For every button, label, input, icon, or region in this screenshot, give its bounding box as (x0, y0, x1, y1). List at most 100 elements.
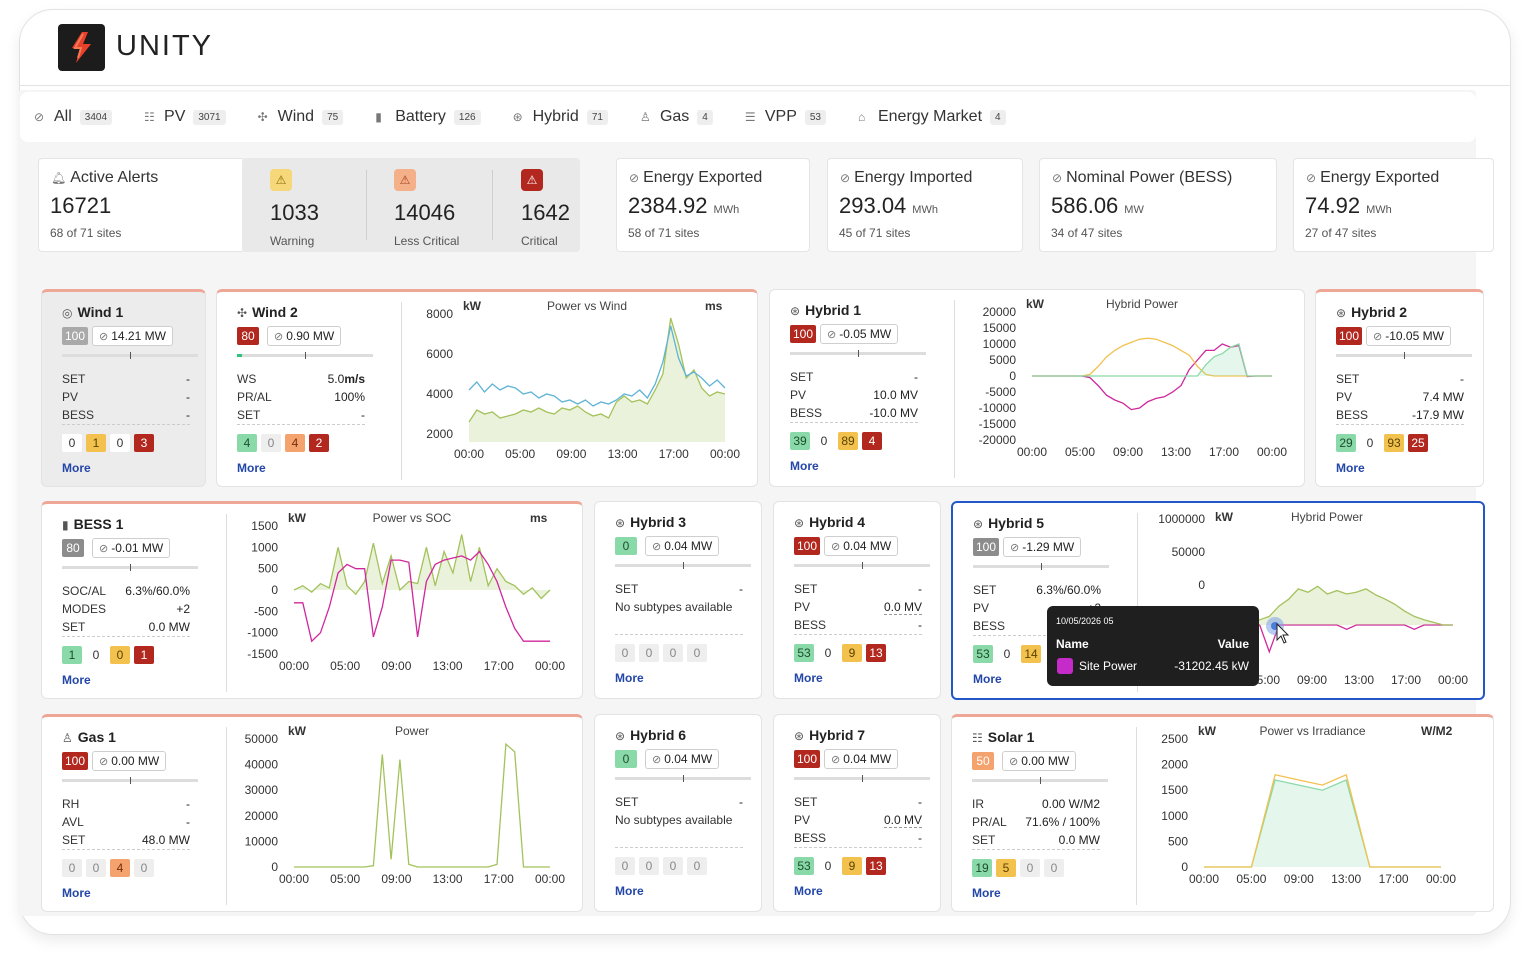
chart-xtick: 05:00 (1236, 872, 1266, 886)
more-link[interactable]: More (973, 672, 1002, 686)
alert-count[interactable]: 0 (110, 434, 130, 452)
alert-count[interactable]: 19 (972, 859, 992, 877)
alert-count[interactable]: 93 (1384, 434, 1404, 452)
chart-series-area (1204, 780, 1441, 867)
metric-value: - (739, 582, 743, 596)
more-link[interactable]: More (790, 459, 819, 473)
tab-gas[interactable]: ♙ Gas 4 (640, 108, 713, 126)
alert-count[interactable]: 0 (110, 646, 130, 664)
site-card-gas1[interactable]: ♙ Gas 1 100 ⊘ 0.00 MW RH - AVL - SET 48.0 MW 0 0 4 0 Mo… (41, 714, 583, 912)
more-link[interactable]: More (62, 461, 91, 475)
alert-count[interactable]: 4 (237, 434, 257, 452)
alert-count[interactable]: 0 (615, 857, 635, 875)
alert-count[interactable]: 0 (818, 644, 838, 662)
site-card-solar1[interactable]: ☷ Solar 1 50 ⊘ 0.00 MW IR 0.00 W/M2 PR/AL 71.6% … (951, 714, 1494, 912)
alert-count[interactable]: 53 (794, 644, 814, 662)
kpi-value: 74.92 (1305, 193, 1361, 218)
alert-count[interactable]: 0 (814, 432, 834, 450)
tab-vpp[interactable]: ☰ VPP 53 (745, 108, 826, 126)
alert-count[interactable]: 2 (309, 434, 329, 452)
alert-count[interactable]: 39 (790, 432, 810, 450)
site-card-hybrid2[interactable]: ⊛ Hybrid 2 100 ⊘ -10.05 MW SET - PV 7.4 MW BESS -1… (1315, 289, 1484, 487)
wind-icon: ✣ (257, 110, 268, 124)
alert-count[interactable]: 4 (110, 859, 130, 877)
alert-count[interactable]: 0 (663, 857, 683, 875)
alert-count[interactable]: 0 (997, 645, 1017, 663)
alert-count[interactable]: 1 (86, 434, 106, 452)
severity-warning[interactable]: ⚠ 1033 Warning (262, 158, 372, 252)
alert-count[interactable]: 0 (62, 859, 82, 877)
more-link[interactable]: More (62, 673, 91, 687)
alert-count[interactable]: 25 (1408, 434, 1428, 452)
market-icon: ⌂ (857, 110, 866, 124)
alert-count[interactable]: 0 (663, 644, 683, 662)
cursor-pointer (1266, 617, 1290, 644)
alert-count[interactable]: 4 (862, 432, 882, 450)
alert-count[interactable]: 4 (285, 434, 305, 452)
alert-count[interactable]: 13 (866, 644, 886, 662)
more-link[interactable]: More (972, 886, 1001, 900)
alert-count[interactable]: 14 (1021, 645, 1041, 663)
tab-battery[interactable]: ▮ Battery 126 (375, 108, 481, 126)
more-link[interactable]: More (1336, 461, 1365, 475)
site-card-hybrid7[interactable]: ⊛ Hybrid 7 100 ⊘ 0.04 MW SET - PV 0.0 MV BESS -53 0… (773, 714, 941, 912)
alert-count[interactable]: 13 (866, 857, 886, 875)
site-card-wind2[interactable]: ✣ Wind 2 80 ⊘ 0.90 MW WS 5.0m/s PR/AL 100% SET -4 0… (216, 289, 758, 487)
kpi-energy-exported[interactable]: ⊘ Energy Exported 74.92 MWh 27 of 47 sites (1293, 158, 1494, 252)
active-alerts-card[interactable]: 🔔︎ Active Alerts 16721 68 of 71 sites (38, 158, 245, 252)
kpi-energy-exported[interactable]: ⊘ Energy Exported 2384.92 MWh 58 of 71 sites (616, 158, 810, 252)
more-link[interactable]: More (62, 886, 91, 900)
site-card-hybrid4[interactable]: ⊛ Hybrid 4 100 ⊘ 0.04 MW SET - PV 0.0 MV BESS -53 0… (773, 501, 941, 699)
alert-count[interactable]: 0 (639, 857, 659, 875)
chart-xtick: 05:00 (505, 447, 535, 461)
alert-count[interactable]: 5 (996, 859, 1016, 877)
alert-count[interactable]: 53 (973, 645, 993, 663)
tab-all[interactable]: ⊘ All 3404 (34, 108, 113, 126)
alert-count[interactable]: 0 (1360, 434, 1380, 452)
alert-count[interactable]: 0 (134, 859, 154, 877)
alert-count[interactable]: 0 (687, 857, 707, 875)
chart-ytick: 4000 (426, 387, 453, 401)
alert-count[interactable]: 0 (1020, 859, 1040, 877)
alert-count[interactable]: 0 (86, 859, 106, 877)
alert-count[interactable]: 0 (687, 644, 707, 662)
alert-count[interactable]: 9 (842, 644, 862, 662)
alert-count[interactable]: 0 (615, 644, 635, 662)
alert-count[interactable]: 9 (842, 857, 862, 875)
health-badge: 100 (973, 538, 1000, 556)
alert-count[interactable]: 3 (134, 434, 154, 452)
tab-hybrid[interactable]: ⊛ Hybrid 71 (513, 108, 608, 126)
more-link[interactable]: More (615, 671, 644, 685)
site-card-bess1[interactable]: ▮ BESS 1 80 ⊘ -0.01 MW SOC/AL 6.3%/60.0% MODES +… (41, 501, 583, 699)
more-link[interactable]: More (615, 884, 644, 898)
site-card-hybrid3[interactable]: ⊛ Hybrid 3 0 ⊘ 0.04 MW SET - No subtypes availa… (594, 501, 762, 699)
alert-count[interactable]: 0 (818, 857, 838, 875)
alert-count[interactable]: 0 (62, 434, 82, 452)
alert-count[interactable]: 1 (62, 646, 82, 664)
alert-count[interactable]: 0 (86, 646, 106, 664)
kpi-energy-imported[interactable]: ⊘ Energy Imported 293.04 MWh 45 of 71 sites (827, 158, 1023, 252)
more-link[interactable]: More (794, 671, 823, 685)
tab-energy-market[interactable]: ⌂ Energy Market 4 (858, 108, 1006, 126)
alert-count[interactable]: 53 (794, 857, 814, 875)
alert-count[interactable]: 29 (1336, 434, 1356, 452)
alert-count[interactable]: 0 (1044, 859, 1064, 877)
brand-logo[interactable] (58, 24, 105, 71)
severity-critical[interactable]: ⚠ 1642 Critical (513, 158, 623, 252)
alert-count[interactable]: 0 (261, 434, 281, 452)
site-card-hybrid6[interactable]: ⊛ Hybrid 6 0 ⊘ 0.04 MW SET - No subtypes availa… (594, 714, 762, 912)
site-card-hybrid1[interactable]: ⊛ Hybrid 1 100 ⊘ -0.05 MW SET - PV 10.0 MV BESS -1… (769, 289, 1305, 487)
alert-count[interactable]: 89 (838, 432, 858, 450)
alert-count[interactable]: 0 (639, 644, 659, 662)
metric-label: SET (62, 833, 86, 847)
tab-pv[interactable]: ☷ PV 3071 (144, 108, 226, 126)
kpi-nominal-power-bess-[interactable]: ⊘ Nominal Power (BESS) 586.06 MW 34 of 47 si… (1039, 158, 1277, 252)
chart-hybrid1: Hybrid Power kW 20000 15000 10000 5000 0 -5000 -… (979, 297, 1288, 459)
severity-less-critical[interactable]: ⚠ 14046 Less Critical (386, 158, 496, 252)
alert-counts: 0000 (615, 644, 711, 662)
alert-count[interactable]: 1 (134, 646, 154, 664)
more-link[interactable]: More (237, 461, 266, 475)
more-link[interactable]: More (794, 884, 823, 898)
tab-wind[interactable]: ✣ Wind 75 (258, 108, 344, 126)
site-card-wind1[interactable]: ◎ Wind 1 100 ⊘ 14.21 MW SET - PV - BESS -0 1 0 3 More (41, 289, 206, 487)
